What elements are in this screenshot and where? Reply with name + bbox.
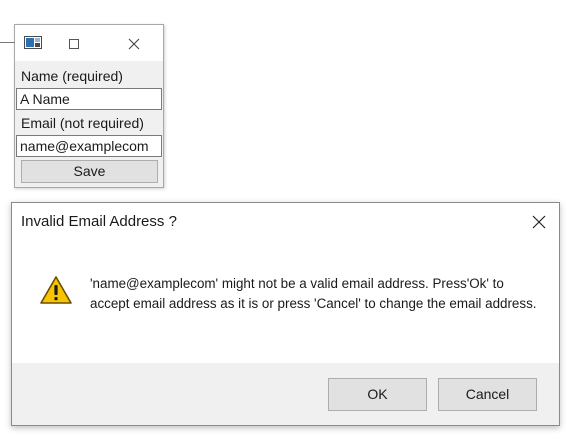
email-label: Email (not required)	[21, 115, 144, 131]
save-button[interactable]: Save	[21, 160, 158, 183]
dialog-close-button[interactable]	[522, 209, 556, 235]
dialog-message: 'name@examplecom' might not be a valid e…	[90, 276, 537, 311]
invalid-email-dialog: Invalid Email Address ? 'name@examplecom…	[11, 202, 560, 426]
dialog-footer: OK Cancel	[12, 363, 559, 425]
form-close-button[interactable]	[119, 33, 149, 55]
name-label: Name (required)	[21, 68, 123, 84]
ok-button[interactable]: OK	[328, 378, 427, 411]
form-titlebar	[0, 25, 163, 61]
email-field[interactable]: name@examplecom	[16, 135, 162, 157]
window-edge-marker	[0, 42, 15, 43]
name-field[interactable]: A Name	[16, 88, 162, 110]
maximize-icon	[69, 39, 79, 49]
app-window-icon	[24, 36, 42, 49]
close-icon	[128, 38, 140, 50]
desktop-stage: Name (required) A Name Email (not requir…	[0, 0, 581, 441]
maximize-button[interactable]	[59, 33, 89, 55]
close-icon	[532, 215, 546, 229]
warning-icon	[39, 275, 73, 305]
dialog-title: Invalid Email Address ?	[21, 213, 177, 230]
cancel-button[interactable]: Cancel	[438, 378, 537, 411]
form-window: Name (required) A Name Email (not requir…	[0, 24, 164, 188]
